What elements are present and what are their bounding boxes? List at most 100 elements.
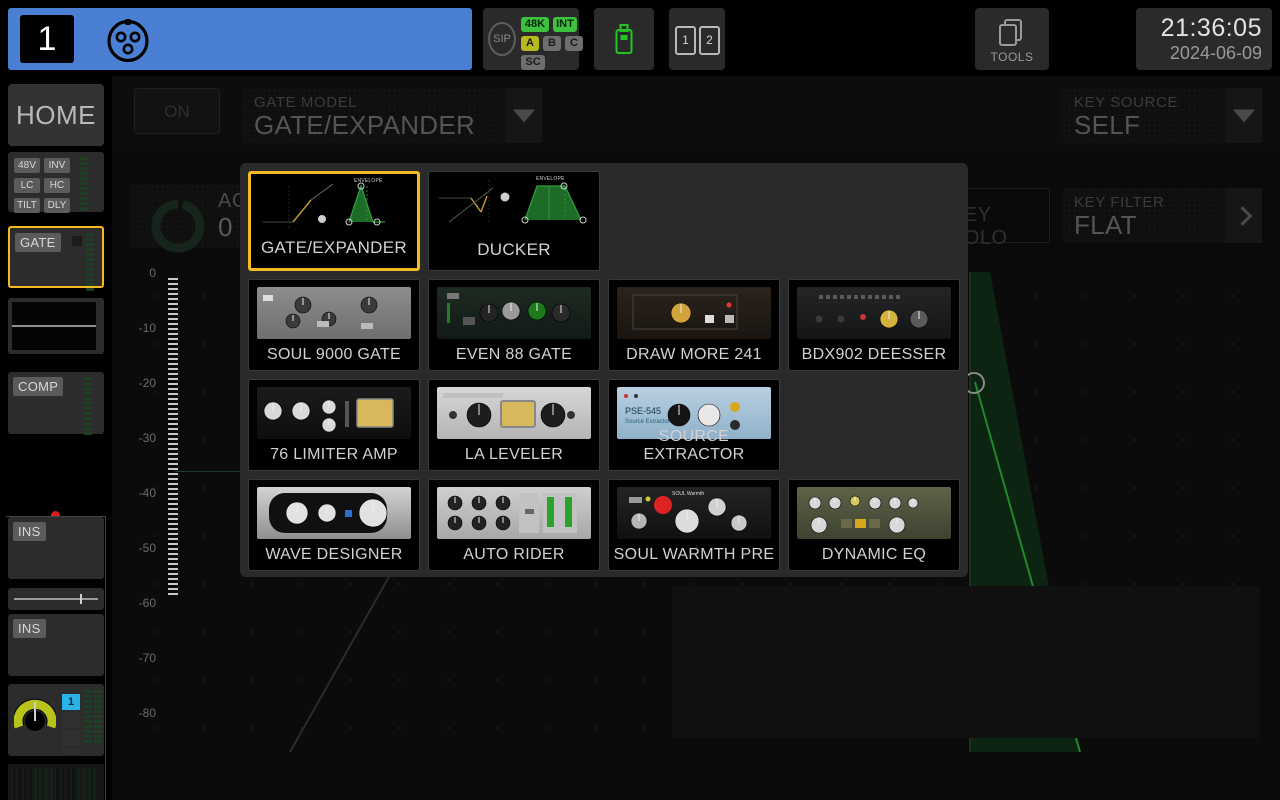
plugin-tile[interactable]: BDX902 DEESSER: [788, 279, 960, 371]
svg-text:SOUL Warmth: SOUL Warmth: [672, 491, 704, 497]
layer-c-badge[interactable]: C: [565, 36, 583, 51]
sidebar-item-comp[interactable]: COMP: [8, 372, 104, 435]
home-button[interactable]: HOME: [8, 84, 104, 146]
plugin-tile-label: SOUL 9000 GATE: [266, 346, 402, 363]
plugin-thumb: SOUL Warmth: [617, 487, 771, 539]
plugin-tile[interactable]: AUTO RIDER: [428, 479, 600, 571]
bus-1-indicator[interactable]: 1: [62, 694, 80, 710]
sd-card-2[interactable]: 2: [699, 26, 720, 55]
bus-4-indicator[interactable]: [62, 748, 80, 754]
plugin-tile[interactable]: DYNAMIC EQ: [788, 479, 960, 571]
plugin-tile-label: DRAW MORE 241: [626, 346, 762, 363]
gate-model-label: GATE MODEL: [254, 94, 358, 111]
chevron-right-icon[interactable]: [1226, 188, 1262, 243]
gate-detail-panel: [672, 586, 1260, 738]
plugin-thumb: [437, 287, 591, 339]
plugin-tile-label: 76 LIMITER AMP: [270, 446, 398, 463]
clock-date: 2024-06-09: [1169, 43, 1262, 63]
chevron-down-icon[interactable]: [506, 88, 542, 143]
clock-time: 21:36:05: [1160, 14, 1262, 42]
layer-b-badge[interactable]: B: [543, 36, 561, 51]
key-filter-label: KEY FILTER: [1074, 194, 1165, 211]
svg-text:PSE-545: PSE-545: [625, 406, 661, 416]
model-tile-ducker[interactable]: ENVELOPE DUCKER: [428, 171, 600, 271]
model-tile-label: GATE/EXPANDER: [261, 238, 407, 257]
model-tile-label: DUCKER: [477, 240, 551, 259]
sidebar-item-eq[interactable]: [8, 298, 104, 354]
layer-a-badge[interactable]: A: [521, 36, 539, 51]
plugin-tile-label: EVEN 88 GATE: [455, 346, 573, 363]
fader-handle[interactable]: [80, 594, 82, 604]
key-filter-field[interactable]: KEY FILTER FLAT: [1062, 188, 1262, 243]
channel-sidebar: HOME 48V INV LC HC TILT DLY GATE COMP IN…: [0, 76, 112, 800]
ducker-thumb: [429, 172, 599, 240]
tools-label: TOOLS: [990, 50, 1034, 64]
sc-badge[interactable]: SC: [521, 55, 545, 70]
eq-curve-thumb: [12, 302, 96, 350]
console-screen: 1 SIP 48K INT A B C SC 1 2 TOOLS 21:36:0…: [0, 0, 1280, 800]
key-source-label: KEY SOURCE: [1074, 94, 1179, 111]
status-block-sip[interactable]: SIP 48K INT A B C SC: [483, 8, 583, 70]
plugin-tile-label: WAVE DESIGNER: [265, 546, 403, 563]
plugin-tile-label: DYNAMIC EQ: [821, 546, 927, 563]
bus-meter-panel: 1 8 9 16: [8, 764, 104, 800]
channel-strip-header[interactable]: 1: [8, 8, 472, 70]
sip-badge[interactable]: SIP: [488, 22, 516, 56]
model-tile-gate-expander[interactable]: ENVELOPE GATE/EXPANDER: [248, 171, 420, 271]
sidebar-item-gate[interactable]: GATE: [8, 226, 104, 291]
bus-3-indicator[interactable]: [62, 730, 80, 746]
plugin-thumb: [437, 387, 591, 439]
pan-knob[interactable]: [12, 696, 58, 736]
tag-inv[interactable]: INV: [44, 158, 70, 173]
plugin-tile[interactable]: EVEN 88 GATE: [428, 279, 600, 371]
tag-tilt[interactable]: TILT: [14, 198, 40, 213]
tag-lc[interactable]: LC: [14, 178, 40, 193]
accel-knob[interactable]: [150, 198, 206, 254]
gate-on-button[interactable]: ON: [134, 88, 220, 134]
chevron-down-icon[interactable]: [1226, 88, 1262, 143]
gate-state-indicator: [72, 236, 82, 246]
gate-model-dropdown[interactable]: GATE MODEL GATE/EXPANDER: [242, 88, 542, 143]
gate-led-meter: [86, 233, 94, 293]
plugin-tile[interactable]: PSE-545 Source Extractor SOURCE EXTRACTOR: [608, 379, 780, 471]
sidebar-item-preamp[interactable]: 48V INV LC HC TILT DLY: [8, 152, 104, 213]
status-block-usb[interactable]: [594, 8, 654, 70]
usb-drive-icon: [615, 24, 633, 59]
clock-block[interactable]: 21:36:05 2024-06-09: [1136, 8, 1272, 70]
plugin-tile[interactable]: WAVE DESIGNER: [248, 479, 420, 571]
pages-icon: [997, 18, 1027, 53]
plugin-thumb: [797, 487, 951, 539]
tools-button[interactable]: TOOLS: [975, 8, 1049, 70]
samplerate-badge: 48K: [521, 17, 549, 32]
plugin-tile[interactable]: LA LEVELER: [428, 379, 600, 471]
fader-strip[interactable]: [8, 588, 104, 610]
plugin-tile[interactable]: SOUL Warmth SOUL WARMTH PRE: [608, 479, 780, 571]
plugin-tile[interactable]: 76 LIMITER AMP: [248, 379, 420, 471]
plugin-tile-label: SOUL WARMTH PRE: [613, 546, 775, 563]
tag-48v[interactable]: 48V: [14, 158, 40, 173]
plugin-tile-label: SOURCE EXTRACTOR: [643, 428, 745, 463]
insert-2-tag: INS: [13, 619, 46, 638]
plugin-thumb: [797, 287, 951, 339]
gate-model-picker-modal: ENVELOPE GATE/EXPANDER ENVELOPE DUCKER S…: [240, 163, 968, 577]
status-block-sdcards[interactable]: 1 2: [669, 8, 725, 70]
key-filter-value: FLAT: [1074, 210, 1137, 240]
bus-led-meter-a: [84, 690, 92, 745]
envelope-caption: ENVELOPE: [536, 176, 565, 182]
sd-card-1[interactable]: 1: [675, 26, 696, 55]
preamp-led-meter: [80, 157, 88, 212]
top-bar: 1 SIP 48K INT A B C SC 1 2 TOOLS 21:36:0…: [0, 0, 1280, 76]
tag-dly[interactable]: DLY: [44, 198, 70, 213]
gate-tag: GATE: [15, 233, 61, 252]
sidebar-item-pan-bus[interactable]: 1: [8, 684, 104, 756]
plugin-tile-label: BDX902 DEESSER: [801, 346, 947, 363]
tag-hc[interactable]: HC: [44, 178, 70, 193]
plugin-tile[interactable]: SOUL 9000 GATE: [248, 279, 420, 371]
bus-2-indicator[interactable]: [62, 712, 80, 728]
key-source-dropdown[interactable]: KEY SOURCE SELF: [1062, 88, 1262, 143]
sidebar-item-insert-1[interactable]: INS: [8, 517, 104, 579]
sidebar-item-insert-2[interactable]: INS: [8, 614, 104, 676]
plugin-tile[interactable]: DRAW MORE 241: [608, 279, 780, 371]
plugin-thumb: [257, 487, 411, 539]
channel-number: 1: [20, 15, 74, 63]
